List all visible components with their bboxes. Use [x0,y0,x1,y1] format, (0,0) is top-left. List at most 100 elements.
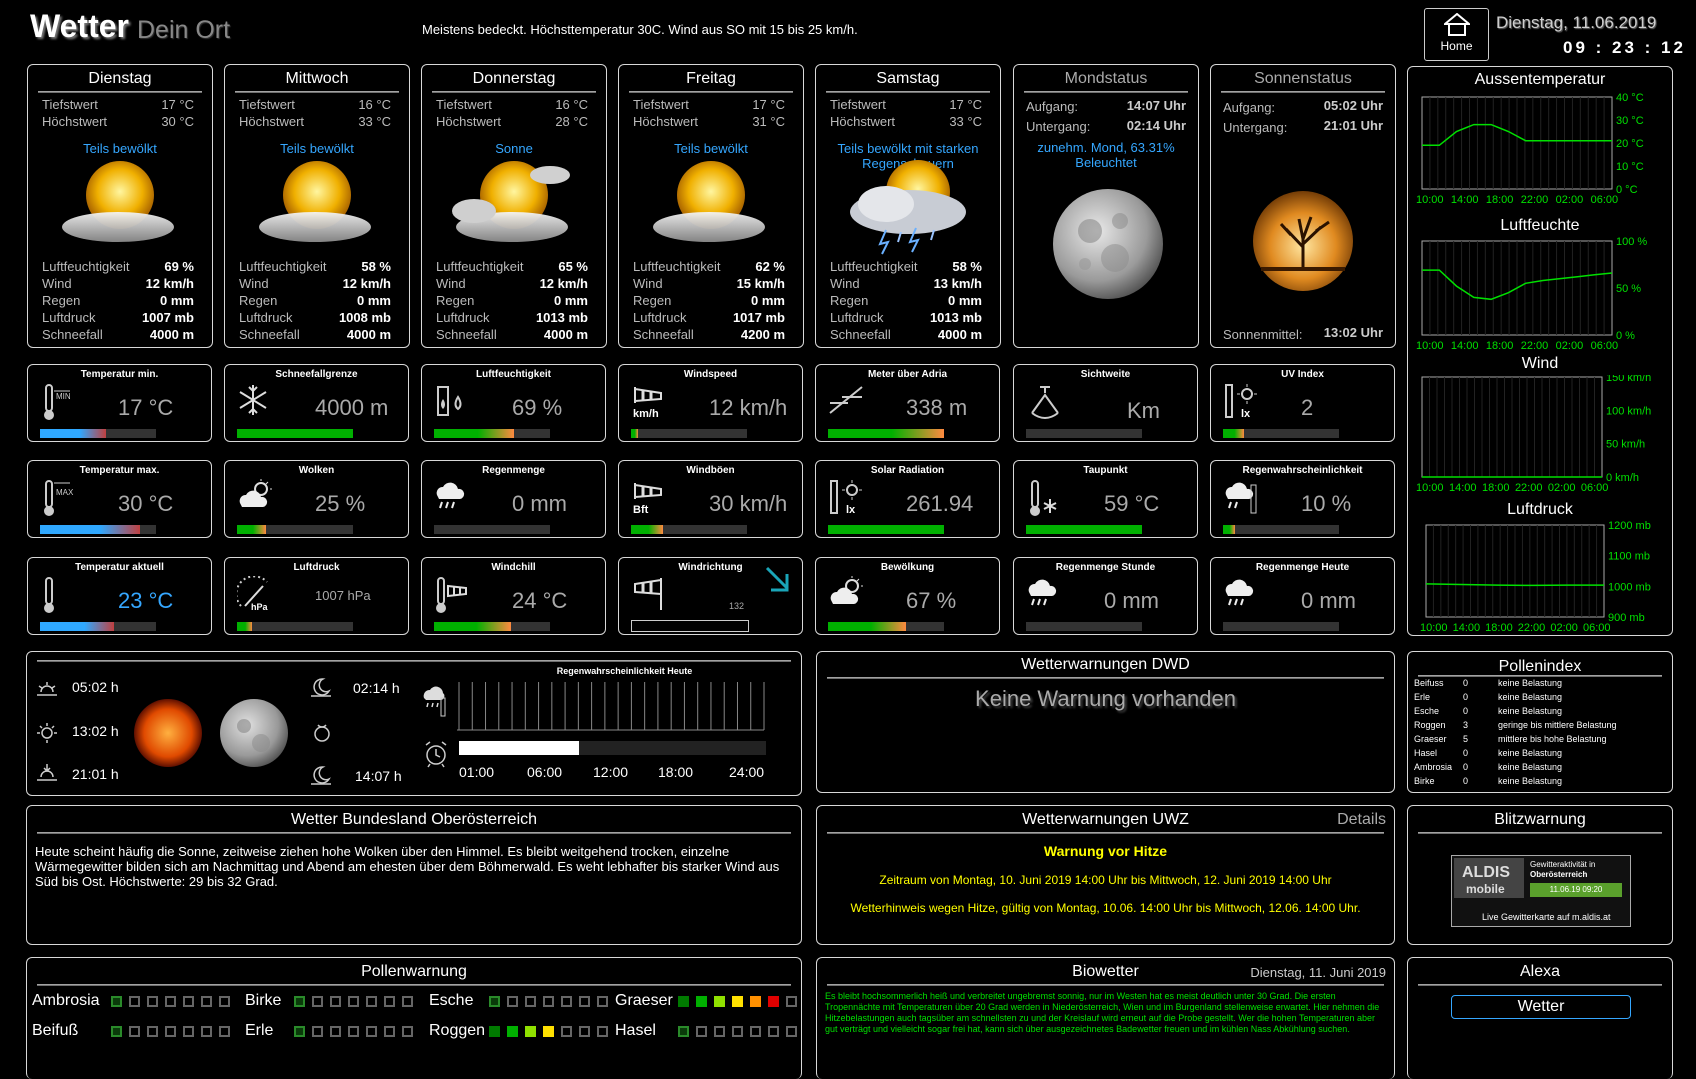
chart-y-tick: 0 % [1616,330,1635,342]
chart-y-tick: 100 % [1616,237,1647,248]
chart-x-tick: 14:00 [1451,340,1479,352]
forecast-pressure-value: 1017 mb [732,310,785,325]
tile-value: 261.94 [906,491,974,516]
pollen-level-cell [147,1026,158,1037]
pollen-level-cell [732,996,743,1007]
sensor-tile: Regenmenge 0 mm [421,460,606,538]
rain-today-icon [1225,579,1254,606]
chart-y-tick: 40 °C [1616,92,1644,104]
tile-value: 132 [729,601,745,611]
pollen-level-cell [597,996,608,1007]
tile-level-bar [631,525,747,534]
tile-value: 23 °C [118,588,174,613]
forecast-rain-label: Regen [42,293,81,308]
tile-value: 338 m [906,395,968,420]
forecast-max-value: 30 °C [161,114,194,129]
chart-x-tick: 22:00 [1521,194,1549,206]
pollen-level-cell [543,1026,554,1037]
pollen-level-cell [768,1026,779,1037]
aldis-line2: Oberösterreich [1530,870,1588,879]
pollen-level-cell [165,996,176,1007]
tile-level-fill [828,429,944,438]
sunset-icon [37,764,57,781]
pollen-level-cell [129,1026,140,1037]
pollen-level-cell [201,1026,212,1037]
moonset-icon [311,678,331,697]
chart-x-tick: 18:00 [1486,340,1514,352]
uwz-details-link[interactable]: Details [1337,811,1386,829]
tile-value: 59 °C [1104,491,1160,516]
forecast-day-name: Samstag [876,70,940,87]
dewpoint-icon [1030,480,1057,516]
pollen-level-cell [579,1026,590,1037]
tile-level-fill [1026,525,1142,534]
tile-level-fill [828,622,906,631]
humidity-chart-title: Luftfeuchte [1500,217,1580,234]
tile-value: 12 km/h [709,395,788,420]
tile-level-fill [631,525,664,534]
forecast-min-value: 16 °C [358,97,391,112]
forecast-snow-value: 4000 m [937,327,982,342]
tile-value: 30 km/h [709,491,788,516]
tile-level-fill [828,525,944,534]
pollenindex-desc: keine Belastung [1498,762,1563,772]
pollen-level-cell [201,996,212,1007]
pollen-level-cell [348,996,359,1007]
forecast-max-value: 31 °C [752,114,785,129]
tile-level-bar [237,525,353,534]
svg-text:hPa: hPa [251,602,269,612]
chart-x-tick: 02:00 [1548,482,1576,494]
aldis-timestamp: 11.06.19 09:20 [1530,883,1622,897]
barometer-icon: hPa [237,576,269,612]
forecast-min-label: Tiefstwert [42,97,98,112]
forecast-max-label: Höchstwert [830,114,896,129]
aldis-line1: Gewitteraktivität in [1530,860,1596,869]
aldis-widget[interactable]: ALDIS mobile Gewitteraktivität in Oberös… [1451,855,1631,927]
chart-x-tick: 18:00 [1482,482,1510,494]
tile-level-fill [237,429,353,438]
sunset-tree-image [1253,191,1353,291]
astro-sunset: 21:01 h [72,766,119,782]
tile-title: Temperatur aktuell [75,562,164,573]
pollenindex-name: Roggen [1414,720,1446,730]
alexa-weather-button[interactable]: Wetter [1451,995,1631,1019]
chart-y-tick: 1100 mb [1608,551,1650,563]
astro-sunrise: 05:02 h [72,679,119,695]
sensor-tile: Windböen Bft 30 km/h [618,460,803,538]
forecast-min-label: Tiefstwert [239,97,295,112]
day-progress-bar [459,741,766,755]
pollen-warning-name: Graeser [615,992,673,1009]
pollen-level-cell [678,996,689,1007]
forecast-wind-label: Wind [436,276,466,291]
forecast-snow-row: Schneefall 4000 m [42,327,194,342]
moon-title: Mondstatus [1064,70,1148,87]
forecast-humidity-label: Luftfeuchtigkeit [633,259,721,274]
forecast-wind-row: Wind 15 km/h [633,276,785,291]
uwz-warnings-panel: Wetterwarnungen UWZ Details Warnung vor … [816,805,1395,945]
forecast-pressure-row: Luftdruck 1017 mb [633,310,785,325]
tile-value: 4000 m [315,395,389,420]
forecast-wind-row: Wind 13 km/h [830,276,982,291]
home-button[interactable]: Home [1424,8,1489,61]
chart-x-tick: 14:00 [1451,194,1479,206]
forecast-min-row: Tiefstwert 16 °C [239,97,391,112]
tile-level-fill [434,622,511,631]
tile-level-bar [434,622,550,631]
forecast-max-row: Höchstwert 30 °C [42,114,194,129]
forecast-humidity-value: 62 % [755,259,785,274]
forecast-snow-label: Schneefall [436,327,497,342]
solar-noon-icon [37,723,57,743]
hour-tick-label: 01:00 [459,764,495,780]
forecast-wind-value: 12 km/h [145,276,194,291]
partly-cloudy-icon [62,161,174,242]
tile-title: Taupunkt [1083,465,1128,476]
forecast-max-row: Höchstwert 31 °C [633,114,785,129]
forecast-pressure-row: Luftdruck 1007 mb [42,310,194,325]
tile-level-bar [1223,429,1339,438]
pollen-level-cell [312,996,323,1007]
pollen-level-cell [294,996,305,1007]
moon-image [1053,189,1163,299]
forecast-max-label: Höchstwert [633,114,699,129]
forecast-pressure-label: Luftdruck [633,310,687,325]
tile-value: 69 % [512,395,563,420]
